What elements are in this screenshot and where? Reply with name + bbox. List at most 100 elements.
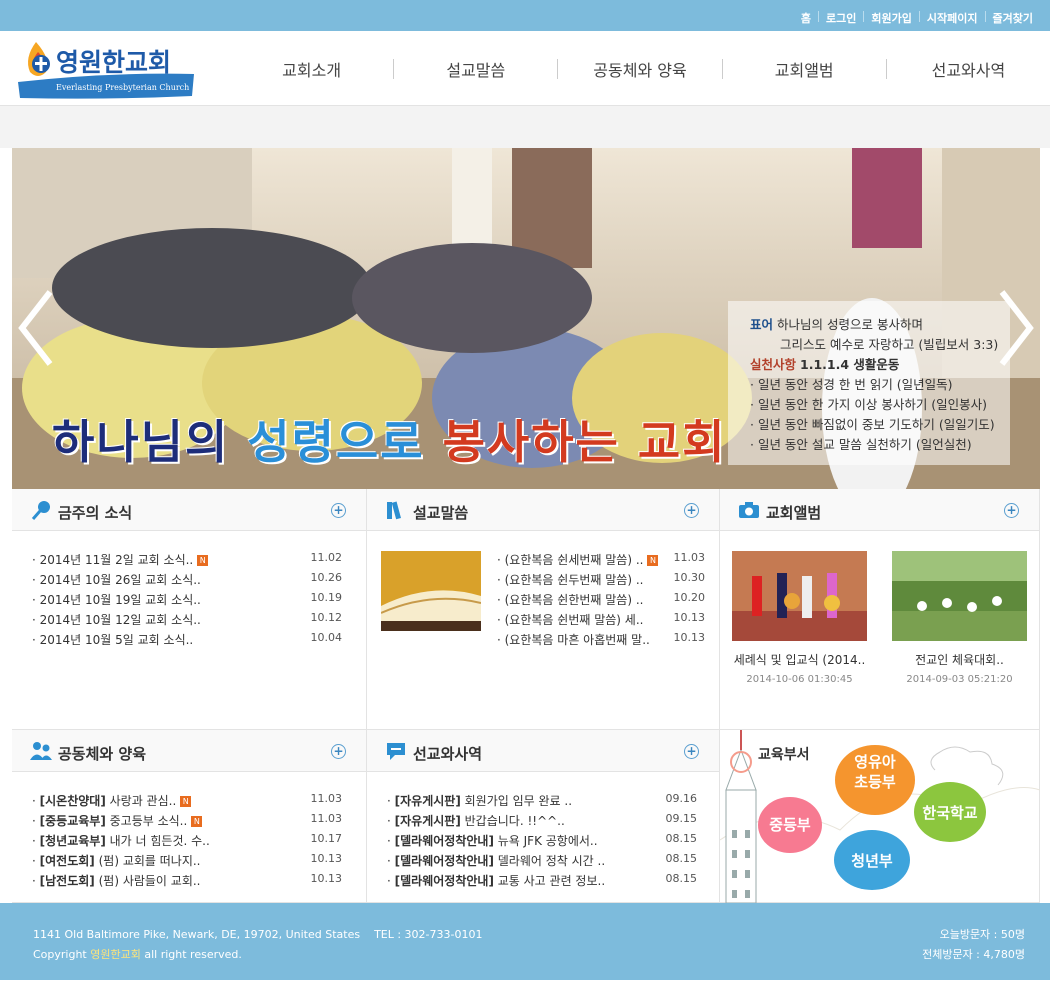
nav-sermon[interactable]: 설교말씀 (394, 57, 557, 81)
nav-album[interactable]: 교회앨범 (723, 57, 886, 81)
list-item[interactable]: · (요한복음 쉰한번째 말씀) .. 10.20 (497, 591, 705, 611)
list-item[interactable]: · 2014년 10월 5일 교회 소식.. 10.04 (32, 631, 342, 651)
practice-item: · 일년 동안 한 가지 이상 봉사하기 (일인봉사) (750, 397, 988, 412)
main-nav: 교회소개 설교말씀 공동체와 양육 교회앨범 선교와사역 (230, 31, 1050, 106)
list-item[interactable]: · [델라웨어정착안내] 뉴욕 JFK 공항에서.. 08.15 (387, 832, 697, 852)
speech-bubble-icon (387, 743, 405, 760)
list-item[interactable]: · [청년교육부] 내가 너 힘든것. 수.. 10.17 (32, 832, 342, 852)
login-link[interactable]: 로그인 (819, 10, 863, 26)
news-panel-header: 금주의 소식 + (12, 489, 366, 531)
motto-label: 표어 (750, 317, 774, 332)
bookmark-link[interactable]: 즐겨찾기 (986, 10, 1040, 26)
album-title: 교회앨범 (766, 504, 822, 522)
sports-day-photo (892, 551, 1027, 641)
news-list: · 2014년 11월 2일 교회 소식.. N 11.02 · 2014년 10월… (32, 551, 342, 651)
motto-line: 표어 하나님의 성령으로 봉사하며 (750, 315, 1010, 335)
top-bar: 홈 로그인 회원가입 시작페이지 즐겨찾기 (0, 0, 1050, 31)
album-panel: 교회앨범 + 세례식 및 입교식 (2014.. 2014-10-06 01:3… (720, 489, 1040, 730)
community-panel-header: 공동체와 양육 + (12, 730, 366, 772)
banner-slogan: 하나님의 성령으로 봉사하는 교회 (52, 406, 727, 472)
education-panel[interactable]: 교육부서 영유아 초등부 중등부 한국학교 청년부 (720, 730, 1040, 903)
footer-address: 1141 Old Baltimore Pike, Newark, DE, 197… (33, 928, 483, 941)
album-thumbnail-2[interactable] (892, 551, 1027, 641)
list-item[interactable]: · 2014년 10월 19일 교회 소식.. 10.19 (32, 591, 342, 611)
nav-mission[interactable]: 선교와사역 (887, 57, 1050, 81)
bubble-infant-elementary[interactable]: 영유아 초등부 (838, 752, 912, 792)
bubble-young-adult[interactable]: 청년부 (836, 850, 908, 871)
footer: 1141 Old Baltimore Pike, Newark, DE, 197… (0, 903, 1050, 980)
list-item[interactable]: · (요한복음 쉰두번째 말씀) .. 10.30 (497, 571, 705, 591)
nav-church-intro[interactable]: 교회소개 (230, 57, 393, 81)
list-item[interactable]: · [델라웨어정착안내] 교통 사고 관련 정보.. 08.15 (387, 872, 697, 892)
sermon-panel-header: 설교말씀 + (367, 489, 719, 531)
album-caption-2[interactable]: 전교인 체육대회.. (892, 651, 1027, 668)
practice-item: · 일년 동안 성경 한 번 읽기 (일년일독) (750, 377, 953, 392)
motto-text-1: 하나님의 성령으로 봉사하며 (777, 317, 923, 332)
svg-text:Everlasting Presbyterian Churc: Everlasting Presbyterian Church (56, 83, 189, 92)
mission-panel: 선교와사역 + · [자유게시판] 회원가입 임무 완료 .. 09.16 · [… (367, 730, 720, 903)
list-item[interactable]: · [남전도회] (펌) 사람들이 교회.. 10.13 (32, 872, 342, 892)
album-panel-header: 교회앨범 + (720, 489, 1039, 531)
mission-list: · [자유게시판] 회원가입 임무 완료 .. 09.16 · [자유게시판] 반… (387, 792, 697, 892)
header: 영원한교회 Everlasting Presbyterian Church 교회… (0, 31, 1050, 106)
church-logo[interactable]: 영원한교회 Everlasting Presbyterian Church (16, 34, 196, 100)
books-icon (387, 501, 401, 520)
slogan-part-2: 성령으로 (247, 415, 443, 469)
new-badge: N (180, 796, 192, 807)
motto-text-2: 그리스도 예수로 자랑하고 (빌립보서 3:3) (780, 337, 999, 352)
list-item[interactable]: · [자유게시판] 회원가입 임무 완료 .. 09.16 (387, 792, 697, 812)
home-link[interactable]: 홈 (794, 10, 818, 26)
bubble-middle-school[interactable]: 중등부 (758, 814, 822, 835)
news-panel: 금주의 소식 + · 2014년 11월 2일 교회 소식.. N 11.02 · … (12, 489, 367, 730)
bible-image (380, 551, 482, 631)
practice-title: 1.1.1.4 생활운동 (800, 357, 900, 372)
chevron-left-icon (18, 290, 53, 366)
list-item[interactable]: · 2014년 11월 2일 교회 소식.. N 11.02 (32, 551, 342, 571)
album-caption-1[interactable]: 세례식 및 입교식 (2014.. (732, 651, 867, 668)
album-thumbnail-1[interactable] (732, 551, 867, 641)
community-more-button[interactable]: + (331, 744, 346, 759)
community-title: 공동체와 양육 (58, 745, 147, 763)
top-links: 홈 로그인 회원가입 시작페이지 즐겨찾기 (794, 10, 1040, 26)
list-item[interactable]: · [여전도회] (펌) 교회를 떠나지.. 10.13 (32, 852, 342, 872)
sermon-title: 설교말씀 (413, 504, 469, 522)
list-item[interactable]: · 2014년 10월 12일 교회 소식.. 10.12 (32, 611, 342, 631)
list-item[interactable]: · (요한복음 마흔 아홉번째 말.. 10.13 (497, 631, 705, 651)
list-item[interactable]: · 2014년 10월 26일 교회 소식.. 10.26 (32, 571, 342, 591)
banner-motto-box: 표어 하나님의 성령으로 봉사하며 그리스도 예수로 자랑하고 (빌립보서 3:… (728, 301, 1010, 465)
practice-item: · 일년 동안 설교 말씀 실천하기 (일언실천) (750, 437, 972, 452)
sermon-list: · (요한복음 쉰세번째 말씀) .. N 11.03 · (요한복음 쉰두번째 말… (497, 551, 705, 651)
sermon-panel: 설교말씀 + · (요한복음 쉰세번째 말씀) .. N 11.03 · (요한복음… (367, 489, 720, 730)
total-visitors: 전체방문자 : 4,780명 (922, 948, 1025, 961)
baptism-photo (732, 551, 867, 641)
mission-panel-header: 선교와사역 + (367, 730, 719, 772)
list-item[interactable]: · [자유게시판] 반갑습니다. !!^^.. 09.15 (387, 812, 697, 832)
album-more-button[interactable]: + (1004, 503, 1019, 518)
prev-slide-button[interactable] (16, 288, 56, 368)
bubble-korean-school[interactable]: 한국학교 (914, 802, 986, 823)
mission-more-button[interactable]: + (684, 744, 699, 759)
practice-item: · 일년 동안 빠짐없이 중보 기도하기 (일일기도) (750, 417, 995, 432)
slogan-part-3: 봉사하는 교회 (442, 415, 727, 469)
album-date-1: 2014-10-06 01:30:45 (746, 674, 853, 685)
new-badge: N (647, 555, 659, 566)
bible-thumbnail[interactable] (380, 551, 482, 631)
start-page-link[interactable]: 시작페이지 (920, 10, 985, 26)
list-item[interactable]: · (요한복음 쉰세번째 말씀) .. N 11.03 (497, 551, 705, 571)
nav-community[interactable]: 공동체와 양육 (558, 57, 721, 81)
education-title: 교육부서 (758, 747, 810, 763)
signup-link[interactable]: 회원가입 (864, 10, 918, 26)
new-badge: N (197, 555, 209, 566)
people-icon (30, 742, 52, 760)
today-visitors: 오늘방문자 : 50명 (939, 928, 1025, 941)
list-item[interactable]: · [델라웨어정착안내] 델라웨어 정착 시간 .. 08.15 (387, 852, 697, 872)
sermon-more-button[interactable]: + (684, 503, 699, 518)
slogan-part-1: 하나님의 (52, 415, 248, 469)
list-item[interactable]: · [중등교육부] 중고등부 소식.. N 11.03 (32, 812, 342, 832)
visitor-stats: 오늘방문자 : 50명 전체방문자 : 4,780명 (922, 925, 1025, 965)
list-item[interactable]: · (요한복음 쉰번째 말씀) 세.. 10.13 (497, 611, 705, 631)
mission-title: 선교와사역 (413, 745, 483, 763)
news-title: 금주의 소식 (58, 504, 133, 522)
news-more-button[interactable]: + (331, 503, 346, 518)
list-item[interactable]: · [시온찬양대] 사랑과 관심.. N 11.03 (32, 792, 342, 812)
